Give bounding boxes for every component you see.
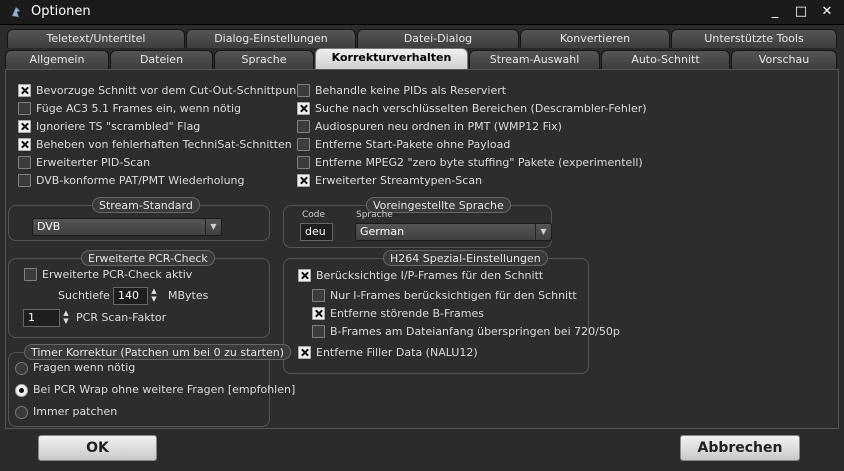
checkbox[interactable] [298, 269, 311, 282]
tab-supported-tools[interactable]: Unterstützte Tools [671, 29, 837, 48]
language-value: German [360, 225, 405, 238]
tab-general[interactable]: Allgemein [5, 50, 109, 69]
stream-standard-select[interactable]: DVB ▼ [32, 218, 222, 236]
checkbox[interactable] [24, 268, 37, 281]
maximize-button[interactable]: □ [793, 4, 809, 20]
title-bar: Optionen _ □ ✕ [0, 0, 844, 25]
language-label: Sprache [356, 210, 393, 220]
option-label: Beheben von fehlerhaften TechniSat-Schni… [36, 138, 292, 151]
pcr-check-title: Erweiterte PCR-Check [81, 250, 215, 266]
checkbox[interactable] [18, 120, 31, 133]
language-code-field[interactable]: deu [300, 223, 333, 241]
checkbox[interactable] [18, 84, 31, 97]
search-depth-value: 140 [118, 289, 139, 302]
checkbox[interactable] [18, 156, 31, 169]
option-label: Immer patchen [33, 405, 118, 418]
tab-auto-cut[interactable]: Auto-Schnitt [601, 50, 730, 69]
pcr-scan-factor-spinner[interactable]: ▲ ▼ [60, 309, 72, 327]
timer-correction-title: Timer Korrektur (Patchen um bei 0 zu sta… [24, 344, 291, 360]
pcr-check-group: Erweiterte PCR-Check Erweiterte PCR-Chec… [8, 250, 270, 338]
option-label: Entferne Filler Data (NALU12) [316, 346, 478, 359]
language-code-value: deu [305, 225, 326, 238]
option-label: Erweiterter Streamtypen-Scan [315, 174, 483, 187]
tab-files[interactable]: Dateien [110, 50, 213, 69]
tab-preview[interactable]: Vorschau [731, 50, 837, 69]
pcr-scan-factor-value: 1 [28, 311, 35, 324]
tab-row-lower: Allgemein Dateien Sprache Korrekturverha… [5, 48, 839, 69]
h264-settings-title: H264 Spezial-Einstellungen [383, 250, 548, 266]
tab-dialog-settings[interactable]: Dialog-Einstellungen [186, 29, 356, 48]
radio-button[interactable] [15, 362, 28, 375]
option-label: Bevorzuge Schnitt vor dem Cut-Out-Schnit… [36, 84, 307, 97]
h264-settings-group: H264 Spezial-Einstellungen Berücksichtig… [283, 250, 620, 374]
options-panel: Bevorzuge Schnitt vor dem Cut-Out-Schnit… [5, 69, 839, 429]
search-depth-spinner[interactable]: ▲ ▼ [148, 287, 160, 305]
stream-standard-title: Stream-Standard [92, 197, 200, 213]
checkbox[interactable] [297, 156, 310, 169]
minimize-button[interactable]: _ [767, 4, 783, 20]
checkbox[interactable] [297, 120, 310, 133]
chevron-down-icon[interactable]: ▼ [535, 224, 551, 240]
tab-teletext[interactable]: Teletext/Untertitel [7, 29, 185, 48]
option-label: Ignoriere TS "scrambled" Flag [36, 120, 201, 133]
option-label: Audiospuren neu ordnen in PMT (WMP12 Fix… [315, 120, 562, 133]
radio-button[interactable] [15, 406, 28, 419]
ok-button[interactable]: OK [38, 435, 157, 461]
option-label: Erweiterter PID-Scan [36, 156, 151, 169]
tab-language[interactable]: Sprache [214, 50, 314, 69]
option-label: Bei PCR Wrap ohne weitere Fragen [empfoh… [33, 383, 296, 396]
option-label: Berücksichtige I/P-Frames für den Schnit… [316, 269, 544, 282]
checkbox[interactable] [312, 289, 325, 302]
option-label: Entferne Start-Pakete ohne Payload [315, 138, 511, 151]
checkbox[interactable] [297, 174, 310, 187]
option-label: Füge AC3 5.1 Frames ein, wenn nötig [36, 102, 241, 115]
option-label: Suche nach verschlüsselten Bereichen (De… [315, 102, 647, 115]
tab-correction-behavior[interactable]: Korrekturverhalten [315, 48, 468, 69]
checkbox[interactable] [312, 307, 325, 320]
cancel-button[interactable]: Abbrechen [680, 435, 800, 461]
search-depth-unit: MBytes [168, 289, 209, 302]
pcr-scan-factor-label: PCR Scan-Faktor [76, 311, 167, 324]
option-label: Entferne MPEG2 "zero byte stuffing" Pake… [315, 156, 643, 169]
option-label: Fragen wenn nötig [33, 361, 136, 374]
option-label: Erweiterte PCR-Check aktiv [42, 268, 193, 281]
radio-button[interactable] [15, 384, 28, 397]
checkbox[interactable] [297, 138, 310, 151]
chevron-down-icon[interactable]: ▼ [205, 219, 221, 235]
timer-correction-group: Timer Korrektur (Patchen um bei 0 zu sta… [8, 344, 295, 427]
checkbox[interactable] [298, 346, 311, 359]
search-depth-input[interactable]: 140 [113, 287, 148, 305]
option-label: B-Frames am Dateianfang überspringen bei… [330, 325, 620, 338]
checkbox[interactable] [18, 138, 31, 151]
checkbox[interactable] [18, 102, 31, 115]
checkbox[interactable] [297, 102, 310, 115]
app-icon [11, 6, 21, 18]
option-label: Nur I-Frames berücksichtigen für den Sch… [330, 289, 577, 302]
checkbox[interactable] [18, 174, 31, 187]
window-title: Optionen [31, 4, 91, 19]
close-button[interactable]: ✕ [819, 4, 835, 20]
pcr-scan-factor-input[interactable]: 1 [23, 309, 60, 327]
default-language-group: Voreingestellte Sprache Code deu Sprache… [283, 197, 552, 248]
stream-standard-value: DVB [37, 220, 61, 233]
stream-standard-group: Stream-Standard DVB ▼ [8, 197, 270, 241]
option-label: DVB-konforme PAT/PMT Wiederholung [36, 174, 245, 187]
search-depth-label: Suchtiefe [58, 289, 110, 302]
tab-row-upper: Teletext/Untertitel Dialog-Einstellungen… [5, 29, 839, 48]
tab-stream-selection[interactable]: Stream-Auswahl [469, 50, 600, 69]
tab-file-dialog[interactable]: Datei-Dialog [357, 29, 519, 48]
option-label: Entferne störende B-Frames [330, 307, 484, 320]
checkbox[interactable] [312, 325, 325, 338]
option-label: Behandle keine PIDs als Reserviert [315, 84, 507, 97]
language-code-label: Code [302, 210, 326, 220]
tab-convert[interactable]: Konvertieren [520, 29, 670, 48]
checkbox[interactable] [297, 84, 310, 97]
language-select[interactable]: German ▼ [355, 223, 552, 241]
